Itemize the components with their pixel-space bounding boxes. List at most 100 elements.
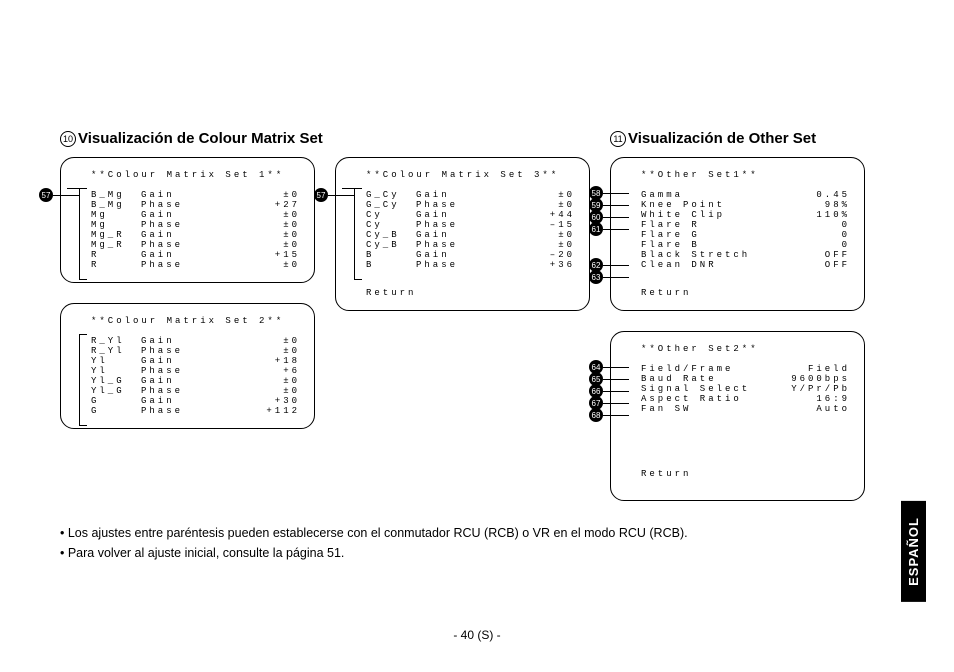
setting-row: CyPhase–15 (366, 220, 575, 230)
setting-label: B (366, 260, 416, 270)
setting-param: Phase (141, 260, 221, 270)
setting-value: ±0 (221, 210, 300, 220)
setting-param: Phase (141, 240, 221, 250)
setting-row: B_MgGain±0 (91, 190, 300, 200)
return-label: Return (641, 469, 850, 479)
panel-rows: R_YlGain±0R_YlPhase±0YlGain+18YlPhase+6Y… (91, 336, 300, 416)
setting-row: G_CyGain±0 (366, 190, 575, 200)
setting-value: +18 (221, 356, 300, 366)
setting-value: ±0 (221, 260, 300, 270)
panel-title: **Other Set1** (641, 170, 850, 180)
setting-label: Fan SW (641, 404, 781, 414)
panel-colour-matrix-1: 57 **Colour Matrix Set 1** B_MgGain±0B_M… (60, 157, 315, 283)
panels-container: 57 **Colour Matrix Set 1** B_MgGain±0B_M… (60, 157, 894, 501)
setting-label: Aspect Ratio (641, 394, 781, 404)
setting-value: ±0 (221, 336, 300, 346)
setting-value: Y/Pr/Pb (781, 384, 850, 394)
setting-label: G (91, 396, 141, 406)
setting-row: GPhase+112 (91, 406, 300, 416)
panel-title: **Colour Matrix Set 2** (91, 316, 300, 326)
panel-rows: Field/FrameFieldBaud Rate9600bpsSignal S… (641, 364, 850, 414)
setting-param: Phase (141, 406, 221, 416)
setting-value: ±0 (221, 220, 300, 230)
return-label: Return (641, 288, 850, 298)
setting-label: G_Cy (366, 190, 416, 200)
setting-label: Clean DNR (641, 260, 781, 270)
setting-row: Cy_BGain±0 (366, 230, 575, 240)
setting-label: White Clip (641, 210, 781, 220)
setting-row: R_YlPhase±0 (91, 346, 300, 356)
setting-row: Gamma0.45 (641, 190, 850, 200)
panel-title: **Colour Matrix Set 3** (366, 170, 575, 180)
setting-param: Gain (416, 250, 496, 260)
panel-colour-matrix-2: **Colour Matrix Set 2** R_YlGain±0R_YlPh… (60, 303, 315, 429)
setting-row: CyGain+44 (366, 210, 575, 220)
setting-param: Phase (141, 366, 221, 376)
setting-value: +15 (221, 250, 300, 260)
language-tab: ESPAÑOL (901, 501, 926, 602)
panel-title: **Other Set2** (641, 344, 850, 354)
setting-row: Black StretchOFF (641, 250, 850, 260)
heading-other-set: 11 Visualización de Other Set (610, 130, 816, 147)
marker-63: 63 (589, 270, 629, 284)
setting-param: Phase (416, 260, 496, 270)
panel-colour-matrix-3: 57 **Colour Matrix Set 3** G_CyGain±0G_C… (335, 157, 590, 311)
setting-label: R_Yl (91, 346, 141, 356)
setting-value: ±0 (221, 240, 300, 250)
setting-value: ±0 (496, 200, 575, 210)
panel-other-set-1: **Other Set1** Gamma0.45Knee Point98%Whi… (610, 157, 865, 311)
heading-number-11: 11 (610, 131, 626, 147)
setting-value: Auto (781, 404, 850, 414)
setting-value: ±0 (496, 190, 575, 200)
setting-param: Phase (141, 346, 221, 356)
setting-value: ±0 (221, 346, 300, 356)
setting-row: White Clip110% (641, 210, 850, 220)
setting-row: Clean DNROFF (641, 260, 850, 270)
setting-label: Mg_R (91, 230, 141, 240)
setting-label: B (366, 250, 416, 260)
setting-label: Yl_G (91, 376, 141, 386)
setting-row: Cy_BPhase±0 (366, 240, 575, 250)
marker-57-cm1: 57 (39, 188, 79, 202)
setting-param: Gain (141, 250, 221, 260)
setting-label: R_Yl (91, 336, 141, 346)
setting-row: Fan SWAuto (641, 404, 850, 414)
setting-row: Baud Rate9600bps (641, 374, 850, 384)
panel-rows: Gamma0.45Knee Point98%White Clip110%Flar… (641, 190, 850, 270)
setting-label: B_Mg (91, 190, 141, 200)
setting-label: Flare R (641, 220, 781, 230)
setting-label: Cy_B (366, 240, 416, 250)
setting-row: YlPhase+6 (91, 366, 300, 376)
setting-label: Mg (91, 210, 141, 220)
setting-param: Gain (141, 376, 221, 386)
setting-param: Phase (416, 220, 496, 230)
setting-label: Cy (366, 210, 416, 220)
setting-value: ±0 (221, 190, 300, 200)
setting-row: Field/FrameField (641, 364, 850, 374)
setting-row: Mg_RPhase±0 (91, 240, 300, 250)
setting-value: 9600bps (781, 374, 850, 384)
setting-label: B_Mg (91, 200, 141, 210)
setting-param: Phase (416, 200, 496, 210)
setting-row: Knee Point98% (641, 200, 850, 210)
setting-row: Flare R0 (641, 220, 850, 230)
setting-param: Gain (416, 190, 496, 200)
setting-param: Phase (141, 386, 221, 396)
heading-text-left: Visualización de Colour Matrix Set (78, 130, 323, 147)
setting-value: +6 (221, 366, 300, 376)
setting-label: R (91, 260, 141, 270)
setting-value: ±0 (496, 230, 575, 240)
panel-rows: G_CyGain±0G_CyPhase±0CyGain+44CyPhase–15… (366, 190, 575, 270)
setting-value: +36 (496, 260, 575, 270)
note-line-1: • Los ajustes entre paréntesis pueden es… (60, 523, 894, 543)
headings-row: 10 Visualización de Colour Matrix Set 11… (60, 130, 894, 147)
setting-row: Signal SelectY/Pr/Pb (641, 384, 850, 394)
setting-label: Yl_G (91, 386, 141, 396)
setting-value: ±0 (496, 240, 575, 250)
setting-row: Flare G0 (641, 230, 850, 240)
setting-value: 98% (781, 200, 850, 210)
setting-label: Gamma (641, 190, 781, 200)
setting-row: Flare B0 (641, 240, 850, 250)
setting-label: Mg_R (91, 240, 141, 250)
setting-param: Gain (141, 190, 221, 200)
